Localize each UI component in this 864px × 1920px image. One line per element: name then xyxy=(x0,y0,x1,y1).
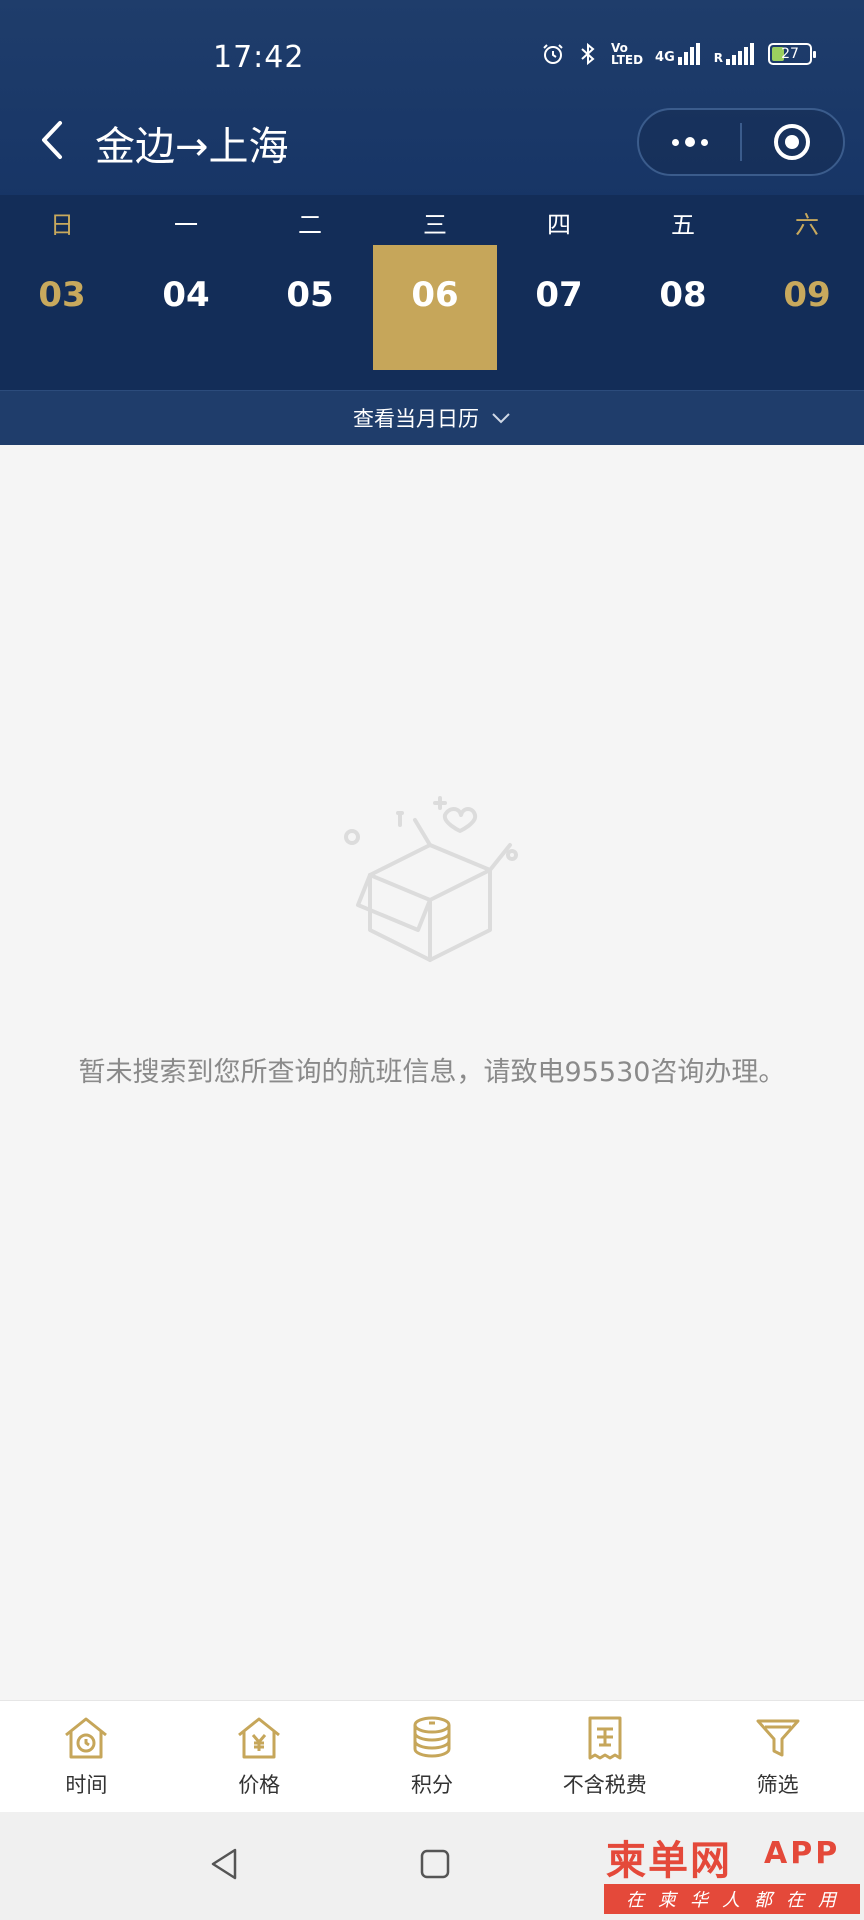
nav-home-square-icon[interactable] xyxy=(415,1844,455,1884)
battery-level: 27 xyxy=(781,46,799,62)
tab-label: 时间 xyxy=(65,1773,108,1797)
tab-label: 价格 xyxy=(238,1773,281,1797)
status-time: 17:42 xyxy=(213,40,305,75)
month-calendar-toggle[interactable]: 查看当月日历 xyxy=(0,390,864,445)
day-monday[interactable]: 一 04 xyxy=(124,195,248,375)
weekday-label: 日 xyxy=(50,211,74,239)
date-number: 05 xyxy=(286,275,334,315)
weekday-label: 三 xyxy=(423,211,447,239)
date-number: 04 xyxy=(162,275,210,315)
weekday-label: 五 xyxy=(671,211,695,239)
close-button[interactable] xyxy=(742,110,843,174)
header: 17:42 Vo LTED 4G R 27 金边→上海 日 03 一 04 二 … xyxy=(0,0,864,445)
tab-points[interactable]: 积分 xyxy=(346,1701,519,1812)
date-number: 08 xyxy=(659,275,707,315)
network-type: 4G xyxy=(655,50,675,65)
day-wednesday-selected[interactable]: 06 xyxy=(373,245,497,370)
status-icons: Vo LTED 4G R 27 xyxy=(541,41,816,67)
weekday-label: 六 xyxy=(795,211,819,239)
weekday-label: 四 xyxy=(547,211,571,239)
watermark-brand: 柬单网 xyxy=(606,1838,732,1884)
nav-back-triangle-icon[interactable] xyxy=(205,1844,245,1884)
week-strip: 日 03 一 04 二 05 三 06 四 07 五 08 六 09 xyxy=(0,195,864,390)
target-circle-icon xyxy=(774,124,811,160)
clock-house-icon xyxy=(65,1717,108,1759)
chevron-down-icon xyxy=(492,413,510,424)
more-dot-icon xyxy=(684,137,695,147)
bluetooth-icon xyxy=(581,42,595,66)
date-number: 03 xyxy=(38,275,86,315)
more-button[interactable] xyxy=(639,110,740,174)
chevron-left-icon xyxy=(42,121,62,159)
tab-time[interactable]: 时间 xyxy=(0,1701,173,1812)
signal-icon-1 xyxy=(677,43,700,65)
signal-icon-2 xyxy=(726,43,754,65)
tab-label: 不含税费 xyxy=(562,1773,647,1797)
back-button[interactable] xyxy=(30,118,74,162)
watermark-slogan: 在柬华人都在用 xyxy=(604,1884,860,1914)
watermark-app: APP xyxy=(764,1836,841,1871)
bottom-tabbar: 时间 价格 积分 不含税费 筛选 xyxy=(0,1700,864,1812)
signal-label-2: R xyxy=(714,43,754,65)
status-bar: 17:42 Vo LTED 4G R 27 xyxy=(0,0,864,110)
day-friday[interactable]: 五 08 xyxy=(621,195,745,375)
battery-icon: 27 xyxy=(768,43,816,65)
date-number: 06 xyxy=(411,275,459,315)
more-dot-icon xyxy=(700,138,708,146)
alarm-icon xyxy=(543,44,563,64)
day-thursday[interactable]: 四 07 xyxy=(497,195,621,375)
day-tuesday[interactable]: 二 05 xyxy=(248,195,372,375)
coin-stack-icon xyxy=(413,1716,451,1758)
weekday-label: 二 xyxy=(298,211,322,239)
watermark-logo: 柬单网 APP 在柬华人都在用 xyxy=(604,1828,862,1918)
tab-tax-excluded[interactable]: 不含税费 xyxy=(518,1701,691,1812)
more-dot-icon xyxy=(671,138,679,146)
tab-label: 筛选 xyxy=(756,1773,799,1797)
network-label: 4G xyxy=(655,43,700,65)
roaming-label: R xyxy=(713,51,723,65)
miniprogram-capsule xyxy=(637,108,845,176)
tab-label: 积分 xyxy=(410,1773,453,1797)
empty-box-icon xyxy=(344,796,518,962)
calendar-toggle-label: 查看当月日历 xyxy=(353,407,479,431)
title-bar: 金边→上海 xyxy=(0,100,864,190)
tab-filter[interactable]: 筛选 xyxy=(691,1701,864,1812)
tab-price[interactable]: 价格 xyxy=(173,1701,346,1812)
empty-state-message: 暂未搜索到您所查询的航班信息，请致电95530咨询办理。 xyxy=(78,1057,786,1088)
date-number: 09 xyxy=(783,275,831,315)
day-saturday[interactable]: 六 09 xyxy=(745,195,864,375)
date-number: 07 xyxy=(535,275,583,315)
tax-receipt-icon xyxy=(588,1716,622,1760)
day-sunday[interactable]: 日 03 xyxy=(0,195,124,375)
weekday-label: 一 xyxy=(174,211,198,239)
filter-funnel-icon xyxy=(756,1719,800,1757)
page-title: 金边→上海 xyxy=(95,124,289,170)
volte-label: Vo LTED xyxy=(611,41,644,67)
yuan-house-icon xyxy=(238,1717,281,1759)
